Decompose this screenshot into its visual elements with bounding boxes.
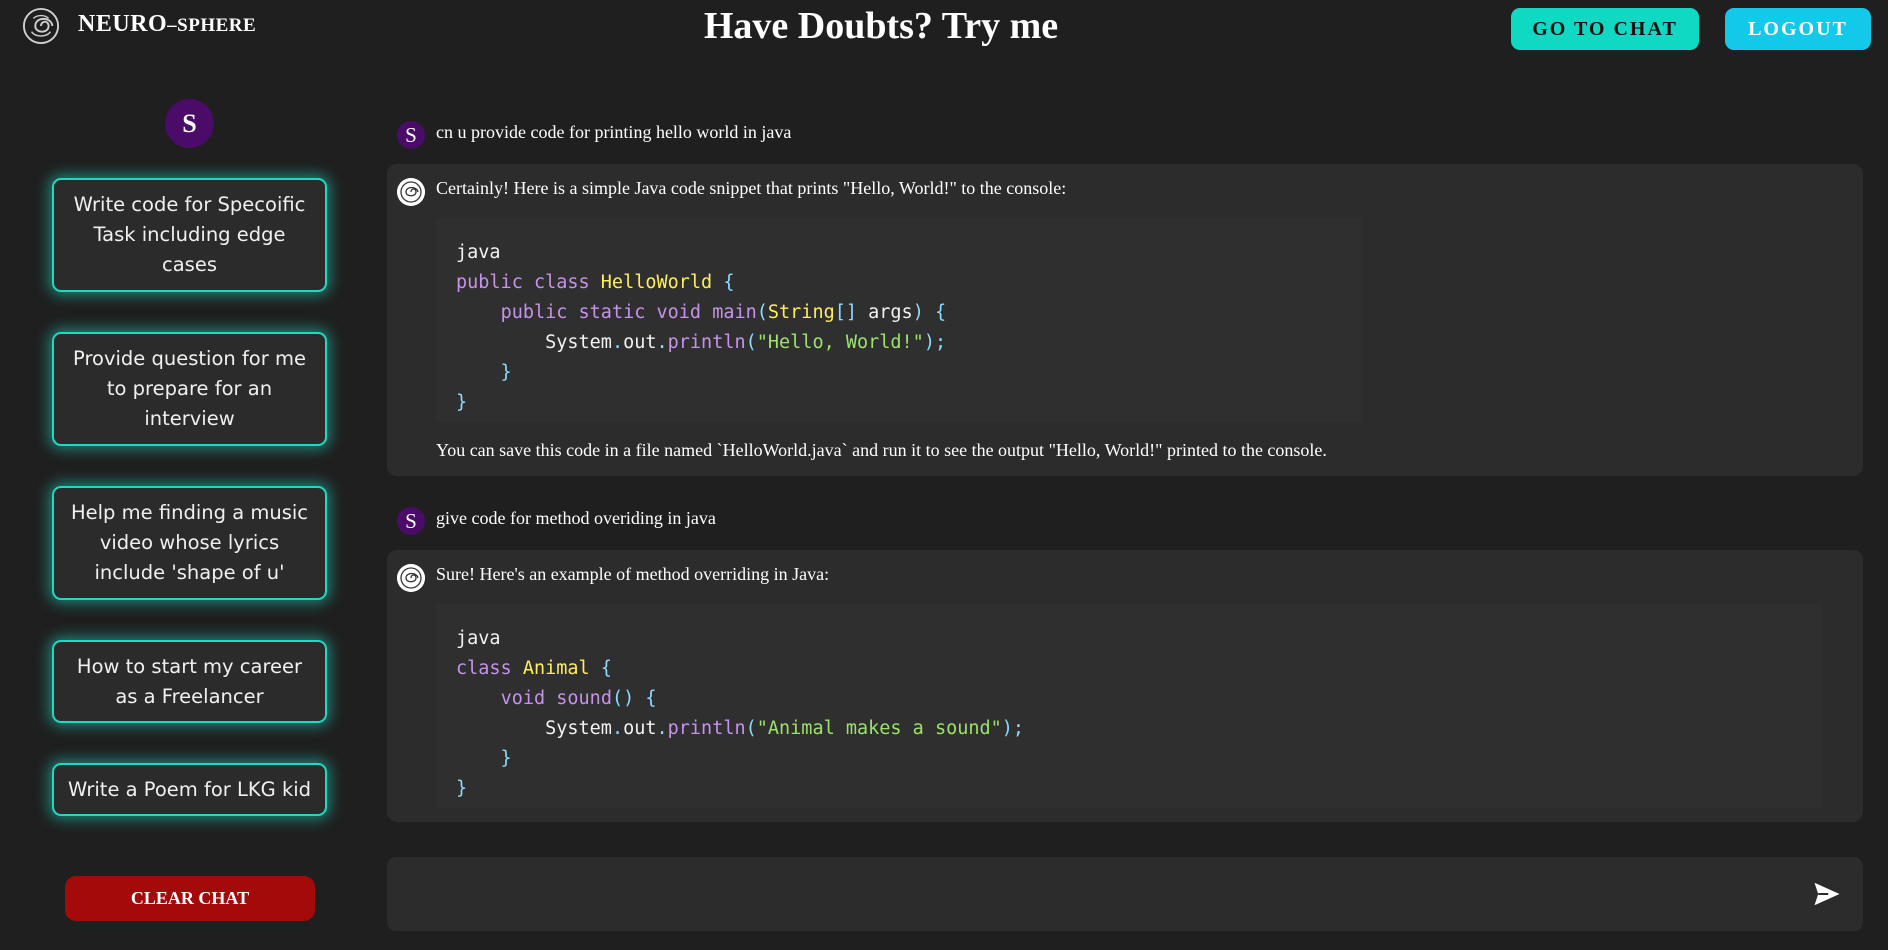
bot-message-intro: Sure! Here's an example of method overri… bbox=[436, 564, 830, 584]
user-message-avatar: S bbox=[397, 507, 425, 535]
message-input-bar bbox=[387, 857, 1863, 933]
code-block: java class Animal { void sound() { Syste… bbox=[436, 604, 1822, 808]
suggestion-card-interview[interactable]: Provide question for me to prepare for a… bbox=[52, 332, 327, 446]
code-line: class Animal { bbox=[456, 658, 612, 679]
suggestion-card-freelancer[interactable]: How to start my career as a Freelancer bbox=[52, 640, 327, 723]
user-avatar: S bbox=[165, 99, 214, 148]
send-icon[interactable] bbox=[1811, 879, 1843, 909]
suggestion-card-poem[interactable]: Write a Poem for LKG kid bbox=[52, 763, 327, 816]
bot-message-outro: You can save this code in a file named `… bbox=[436, 440, 1327, 460]
bot-logo-icon bbox=[397, 564, 425, 592]
code-line: } bbox=[456, 362, 512, 383]
code-line: public static void main(String[] args) { bbox=[500, 302, 947, 323]
logout-button[interactable]: LOGOUT bbox=[1725, 8, 1871, 50]
code-line: } bbox=[456, 778, 468, 799]
chat-thread[interactable]: S cn u provide code for printing hello w… bbox=[387, 108, 1863, 838]
code-line: System.out.println("Animal makes a sound… bbox=[545, 718, 1025, 739]
suggestion-card-specific-task[interactable]: Write code for Specoific Task including … bbox=[52, 178, 327, 292]
code-lang: java bbox=[456, 242, 501, 263]
user-message-text: give code for method overiding in java bbox=[436, 508, 716, 528]
code-lang: java bbox=[456, 628, 501, 649]
clear-chat-button[interactable]: CLEAR CHAT bbox=[65, 876, 315, 921]
user-message: S give code for method overiding in java bbox=[387, 494, 1863, 550]
bot-message-intro: Certainly! Here is a simple Java code sn… bbox=[436, 178, 1067, 198]
code-line: public class HelloWorld { bbox=[456, 272, 735, 293]
code-block: java public class HelloWorld { public st… bbox=[436, 218, 1361, 422]
message-input[interactable] bbox=[405, 857, 1789, 933]
code-line: System.out.println("Hello, World!"); bbox=[545, 332, 947, 353]
code-line: void sound() { bbox=[500, 688, 657, 709]
user-message-avatar: S bbox=[397, 121, 425, 149]
code-line: } bbox=[456, 748, 512, 769]
bot-logo-icon bbox=[397, 178, 425, 206]
bot-message: Sure! Here's an example of method overri… bbox=[387, 550, 1863, 822]
go-to-chat-button[interactable]: GO TO CHAT bbox=[1511, 8, 1699, 50]
code-line: } bbox=[456, 392, 468, 413]
bot-message: Certainly! Here is a simple Java code sn… bbox=[387, 164, 1863, 476]
user-message-text: cn u provide code for printing hello wor… bbox=[436, 122, 792, 142]
top-header: NEURO–SPHERE Have Doubts? Try me GO TO C… bbox=[0, 0, 1888, 62]
suggestion-card-music-video[interactable]: Help me finding a music video whose lyri… bbox=[52, 486, 327, 600]
user-message: S cn u provide code for printing hello w… bbox=[387, 108, 1863, 164]
page-title: Have Doubts? Try me bbox=[703, 5, 1059, 47]
